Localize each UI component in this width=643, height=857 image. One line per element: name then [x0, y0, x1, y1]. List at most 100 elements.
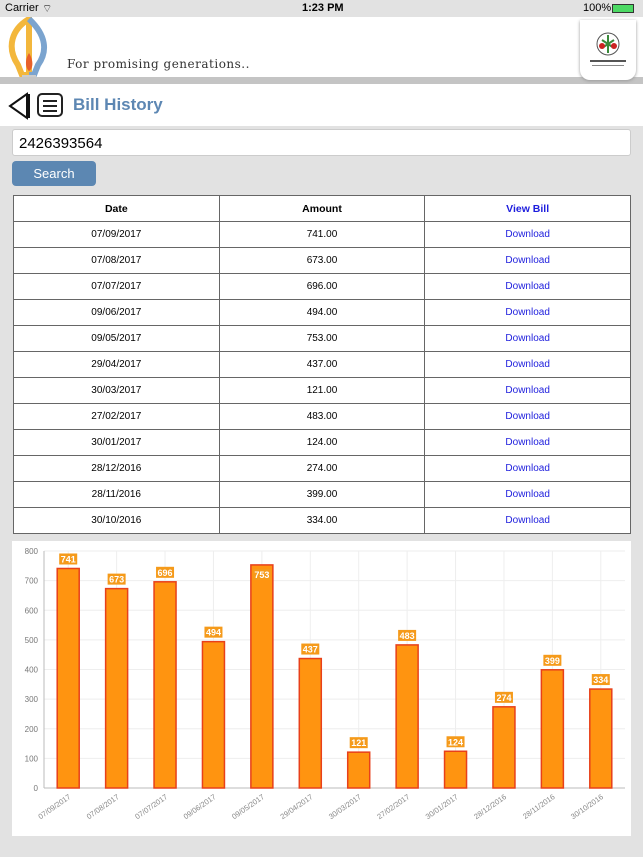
- download-link[interactable]: Download: [424, 299, 631, 326]
- amount-cell: 437.00: [218, 351, 426, 378]
- download-link[interactable]: Download: [424, 403, 631, 430]
- x-tick-label: 07/09/2017: [36, 792, 72, 821]
- table-row: 07/09/2017 741.00 Download: [13, 221, 631, 248]
- table-row: 28/12/2016 274.00 Download: [13, 455, 631, 482]
- download-link[interactable]: Download: [424, 481, 631, 508]
- data-label: 483: [400, 631, 415, 641]
- date-cell: 28/12/2016: [13, 455, 220, 482]
- download-link[interactable]: Download: [424, 377, 631, 404]
- amount-cell: 121.00: [218, 377, 426, 404]
- bar: [589, 688, 613, 789]
- x-tick-label: 28/12/2016: [472, 792, 508, 821]
- x-tick-label: 09/05/2017: [230, 792, 266, 821]
- table-row: 07/07/2017 696.00 Download: [13, 273, 631, 300]
- amount-cell: 673.00: [218, 247, 426, 274]
- banner: For promising generations..: [0, 17, 643, 77]
- y-tick-label: 500: [25, 636, 39, 645]
- bar: [540, 669, 565, 789]
- bill-history-table: Date Amount View Bill 07/09/2017 741.00 Do…: [13, 195, 631, 534]
- date-cell: 30/01/2017: [13, 429, 220, 456]
- tagline: For promising generations..: [67, 57, 250, 71]
- bar: [443, 750, 468, 789]
- x-tick-label: 28/11/2016: [521, 792, 556, 821]
- download-link[interactable]: Download: [424, 455, 631, 482]
- carrier-label: Carrier: [5, 2, 39, 14]
- banner-divider: [0, 77, 643, 84]
- bar: [153, 581, 177, 789]
- account-number-input[interactable]: 2426393564: [12, 129, 631, 156]
- y-tick-label: 200: [25, 725, 39, 734]
- bar: [104, 587, 129, 789]
- x-tick-label: 27/02/2017: [375, 792, 411, 821]
- date-cell: 29/04/2017: [13, 351, 220, 378]
- y-tick-label: 300: [25, 695, 39, 704]
- x-tick-label: 29/04/2017: [279, 792, 315, 821]
- table-row: 29/04/2017 437.00 Download: [13, 351, 631, 378]
- download-link[interactable]: Download: [424, 507, 631, 534]
- table-row: 27/02/2017 483.00 Download: [13, 403, 631, 430]
- amount-cell: 274.00: [218, 455, 426, 482]
- bar-chart: 0 100 200 300 400 500 600 700 800 741 07/09/2017 67…: [25, 547, 625, 821]
- data-label: 494: [206, 628, 221, 638]
- download-link[interactable]: Download: [424, 247, 631, 274]
- amount-cell: 483.00: [218, 403, 426, 430]
- page-title: Bill History: [73, 95, 163, 114]
- menu-button[interactable]: [37, 93, 63, 117]
- data-label: 124: [448, 737, 463, 747]
- date-cell: 07/09/2017: [13, 221, 220, 248]
- y-tick-label: 600: [25, 606, 39, 615]
- download-link[interactable]: Download: [424, 221, 631, 248]
- navbar: Bill History: [0, 84, 643, 126]
- date-cell: 27/02/2017: [13, 403, 220, 430]
- download-link[interactable]: Download: [424, 429, 631, 456]
- table-row: 30/03/2017 121.00 Download: [13, 377, 631, 404]
- bar: [250, 564, 274, 789]
- bar: [298, 657, 323, 789]
- y-tick-label: 800: [25, 547, 39, 556]
- data-label: 673: [109, 575, 124, 585]
- wifi-icon: ⌔: [42, 3, 53, 15]
- x-tick-label: 30/03/2017: [327, 792, 363, 821]
- bar: [395, 644, 419, 789]
- data-label: 399: [545, 656, 560, 666]
- amount-cell: 399.00: [218, 481, 426, 508]
- amount-cell: 494.00: [218, 299, 426, 326]
- x-tick-label: 30/10/2016: [569, 792, 605, 821]
- amount-cell: 124.00: [218, 429, 426, 456]
- back-button[interactable]: [7, 92, 31, 120]
- status-bar: Carrier ⌔ 1:23 PM 100%: [0, 0, 643, 17]
- y-tick-label: 100: [25, 754, 39, 763]
- x-tick-label: 09/06/2017: [182, 792, 218, 821]
- authority-seal-logo: [580, 20, 636, 80]
- data-label: 696: [158, 568, 173, 578]
- y-tick-label: 700: [25, 577, 39, 586]
- bar: [346, 751, 371, 789]
- data-label: 437: [303, 645, 318, 655]
- x-tick-label: 30/01/2017: [424, 792, 460, 821]
- header-date: Date: [13, 195, 220, 222]
- battery-label: 100%: [583, 2, 612, 14]
- amount-cell: 696.00: [218, 273, 426, 300]
- date-cell: 07/07/2017: [13, 273, 220, 300]
- data-label: 753: [254, 570, 269, 580]
- download-link[interactable]: Download: [424, 351, 631, 378]
- y-tick-label: 400: [25, 666, 39, 675]
- bar: [56, 567, 80, 789]
- date-cell: 09/05/2017: [13, 325, 220, 352]
- x-tick-label: 07/07/2017: [133, 792, 169, 821]
- amount-cell: 334.00: [218, 507, 426, 534]
- date-cell: 09/06/2017: [13, 299, 220, 326]
- time-label: 1:23 PM: [302, 2, 344, 14]
- table-row: 09/05/2017 753.00 Download: [13, 325, 631, 352]
- date-cell: 30/03/2017: [13, 377, 220, 404]
- date-cell: 30/10/2016: [13, 507, 220, 534]
- download-link[interactable]: Download: [424, 273, 631, 300]
- table-row: 07/08/2017 673.00 Download: [13, 247, 631, 274]
- table-row: 09/06/2017 494.00 Download: [13, 299, 631, 326]
- amount-cell: 753.00: [218, 325, 426, 352]
- download-link[interactable]: Download: [424, 325, 631, 352]
- bar: [201, 640, 226, 789]
- amount-cell: 741.00: [218, 221, 426, 248]
- search-button[interactable]: Search: [12, 161, 96, 186]
- header-view-bill: View Bill: [424, 195, 631, 222]
